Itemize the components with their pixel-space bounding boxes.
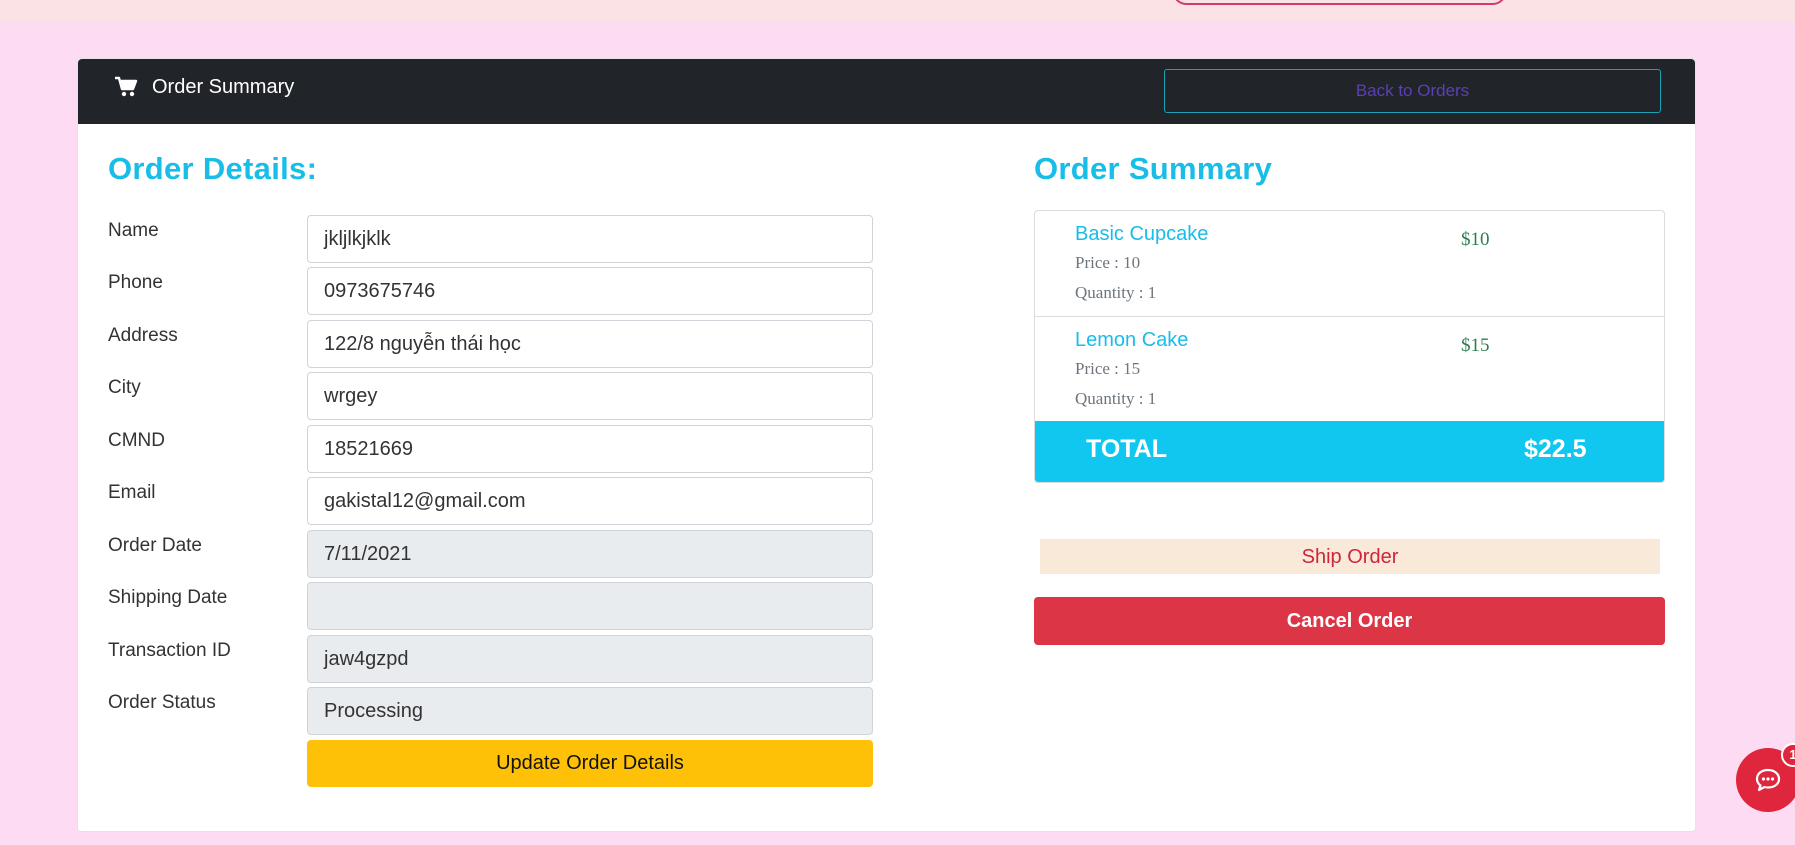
total-value: $22.5 — [1524, 435, 1587, 463]
order-summary-list: Basic Cupcake Price : 10 Quantity : 1 $1… — [1034, 210, 1665, 483]
item-amount: $10 — [1461, 229, 1490, 250]
field-label-transaction-id: Transaction ID — [108, 640, 231, 661]
list-item: Basic Cupcake Price : 10 Quantity : 1 $1… — [1035, 211, 1664, 316]
item-quantity-line: Quantity : 1 — [1075, 283, 1157, 302]
total-label: TOTAL — [1086, 435, 1168, 463]
card-header-title: Order Summary — [152, 76, 295, 98]
email-input[interactable]: gakistal12@gmail.com — [307, 477, 873, 525]
order-card: Order Summary Back to Orders Order Detai… — [77, 58, 1696, 832]
chat-bubble-icon — [1755, 768, 1781, 792]
shipping-date-input — [307, 582, 873, 630]
field-label-shipping-date: Shipping Date — [108, 587, 228, 608]
list-item: Lemon Cake Price : 15 Quantity : 1 $15 — [1035, 316, 1664, 421]
shopping-cart-icon — [115, 76, 138, 97]
field-label-city: City — [108, 377, 141, 398]
cmnd-input[interactable]: 18521669 — [307, 425, 873, 473]
total-bar: TOTAL $22.5 — [1035, 421, 1664, 482]
item-price-line: Price : 15 — [1075, 359, 1141, 378]
back-to-orders-button[interactable]: Back to Orders — [1164, 69, 1661, 113]
ship-order-button[interactable]: Ship Order — [1040, 539, 1660, 574]
order-summary-heading: Order Summary — [1034, 151, 1273, 186]
city-input[interactable]: wrgey — [307, 372, 873, 420]
order-status-input: Processing — [307, 687, 873, 735]
transaction-id-input: jaw4gzpd — [307, 635, 873, 683]
order-details-heading: Order Details: — [108, 151, 318, 186]
field-label-name: Name — [108, 220, 159, 241]
item-amount: $15 — [1461, 335, 1490, 356]
top-nav-pill[interactable] — [1172, 0, 1507, 5]
field-label-phone: Phone — [108, 272, 163, 293]
item-name: Lemon Cake — [1075, 329, 1189, 351]
order-date-input: 7/11/2021 — [307, 530, 873, 578]
field-label-email: Email — [108, 482, 156, 503]
card-header: Order Summary Back to Orders — [78, 59, 1695, 124]
cancel-order-button[interactable]: Cancel Order — [1034, 597, 1665, 645]
name-input[interactable]: jkljlkjklk — [307, 215, 873, 263]
field-label-cmnd: CMND — [108, 430, 165, 451]
item-price-line: Price : 10 — [1075, 253, 1141, 272]
top-nav-strip — [0, 0, 1795, 21]
address-input[interactable]: 122/8 nguyễn thái học — [307, 320, 873, 368]
phone-input[interactable]: 0973675746 — [307, 267, 873, 315]
item-quantity-line: Quantity : 1 — [1075, 389, 1157, 408]
field-label-order-status: Order Status — [108, 692, 216, 713]
item-name: Basic Cupcake — [1075, 223, 1209, 245]
field-label-address: Address — [108, 325, 178, 346]
field-label-order-date: Order Date — [108, 535, 202, 556]
update-order-details-button[interactable]: Update Order Details — [307, 740, 873, 787]
